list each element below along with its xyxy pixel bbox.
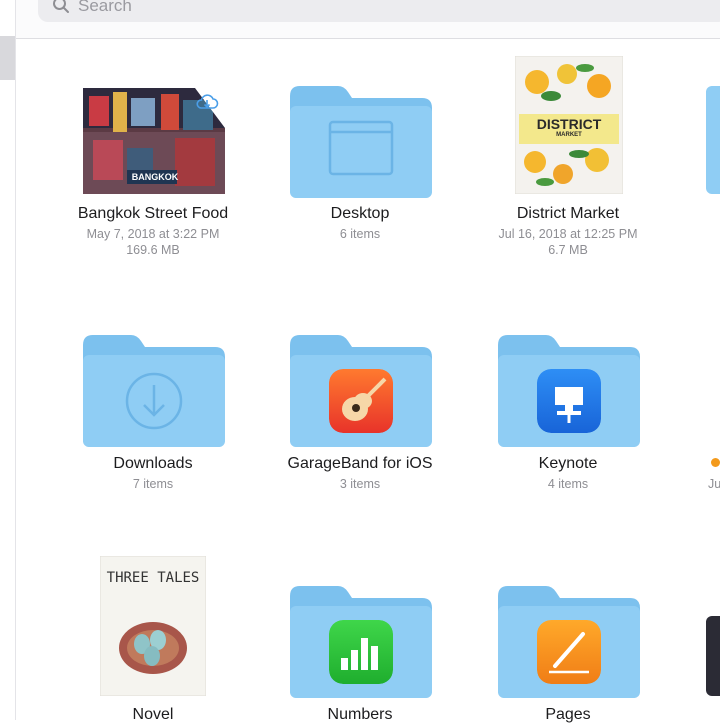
thumbnail-title: THREE TALES (106, 570, 200, 586)
numbers-icon (329, 620, 393, 684)
folder-icon (290, 86, 432, 198)
item-size: 169.6 MB (126, 243, 180, 257)
top-bar: Search (16, 0, 720, 39)
item-name: Desktop (330, 205, 390, 222)
item-name: GarageBand for iOS (287, 455, 433, 472)
sidebar-selected-item[interactable] (0, 36, 15, 80)
item-name: Keynote (538, 455, 598, 472)
partial-item-row3[interactable] (706, 616, 720, 696)
item-count: 3 items (339, 477, 381, 491)
item-name: Novel (132, 706, 174, 723)
orange-tag-dot (711, 458, 720, 467)
item-date: Jul 16, 2018 at 12:25 PM (498, 227, 638, 241)
item-count: 4 items (547, 477, 589, 491)
search-icon (53, 0, 69, 13)
item-count: 6 items (339, 227, 381, 241)
folder-icon (83, 335, 225, 447)
sidebar-edge (0, 0, 16, 720)
partial-item-label: Ju (708, 477, 720, 491)
item-name: Bangkok Street Food (77, 205, 229, 222)
thumbnail-title: DISTRICT (536, 116, 602, 132)
keynote-icon (537, 369, 601, 433)
item-name: Downloads (113, 455, 193, 472)
thumbnail-caption: BANGKOK (131, 172, 179, 182)
pages-icon (537, 620, 601, 684)
item-size: 6.7 MB (548, 243, 588, 257)
search-field[interactable]: Search (38, 0, 720, 22)
search-placeholder: Search (78, 0, 132, 15)
thumbnail-subtitle: MARKET (556, 132, 582, 138)
item-name: Pages (545, 706, 591, 723)
item-name: Numbers (327, 706, 393, 723)
item-name: District Market (516, 205, 620, 222)
garageband-icon (329, 369, 393, 433)
partial-item-row1[interactable] (706, 86, 720, 194)
cloud-download-icon[interactable] (195, 92, 219, 112)
item-count: 7 items (132, 477, 174, 491)
item-date: May 7, 2018 at 3:22 PM (86, 227, 220, 241)
